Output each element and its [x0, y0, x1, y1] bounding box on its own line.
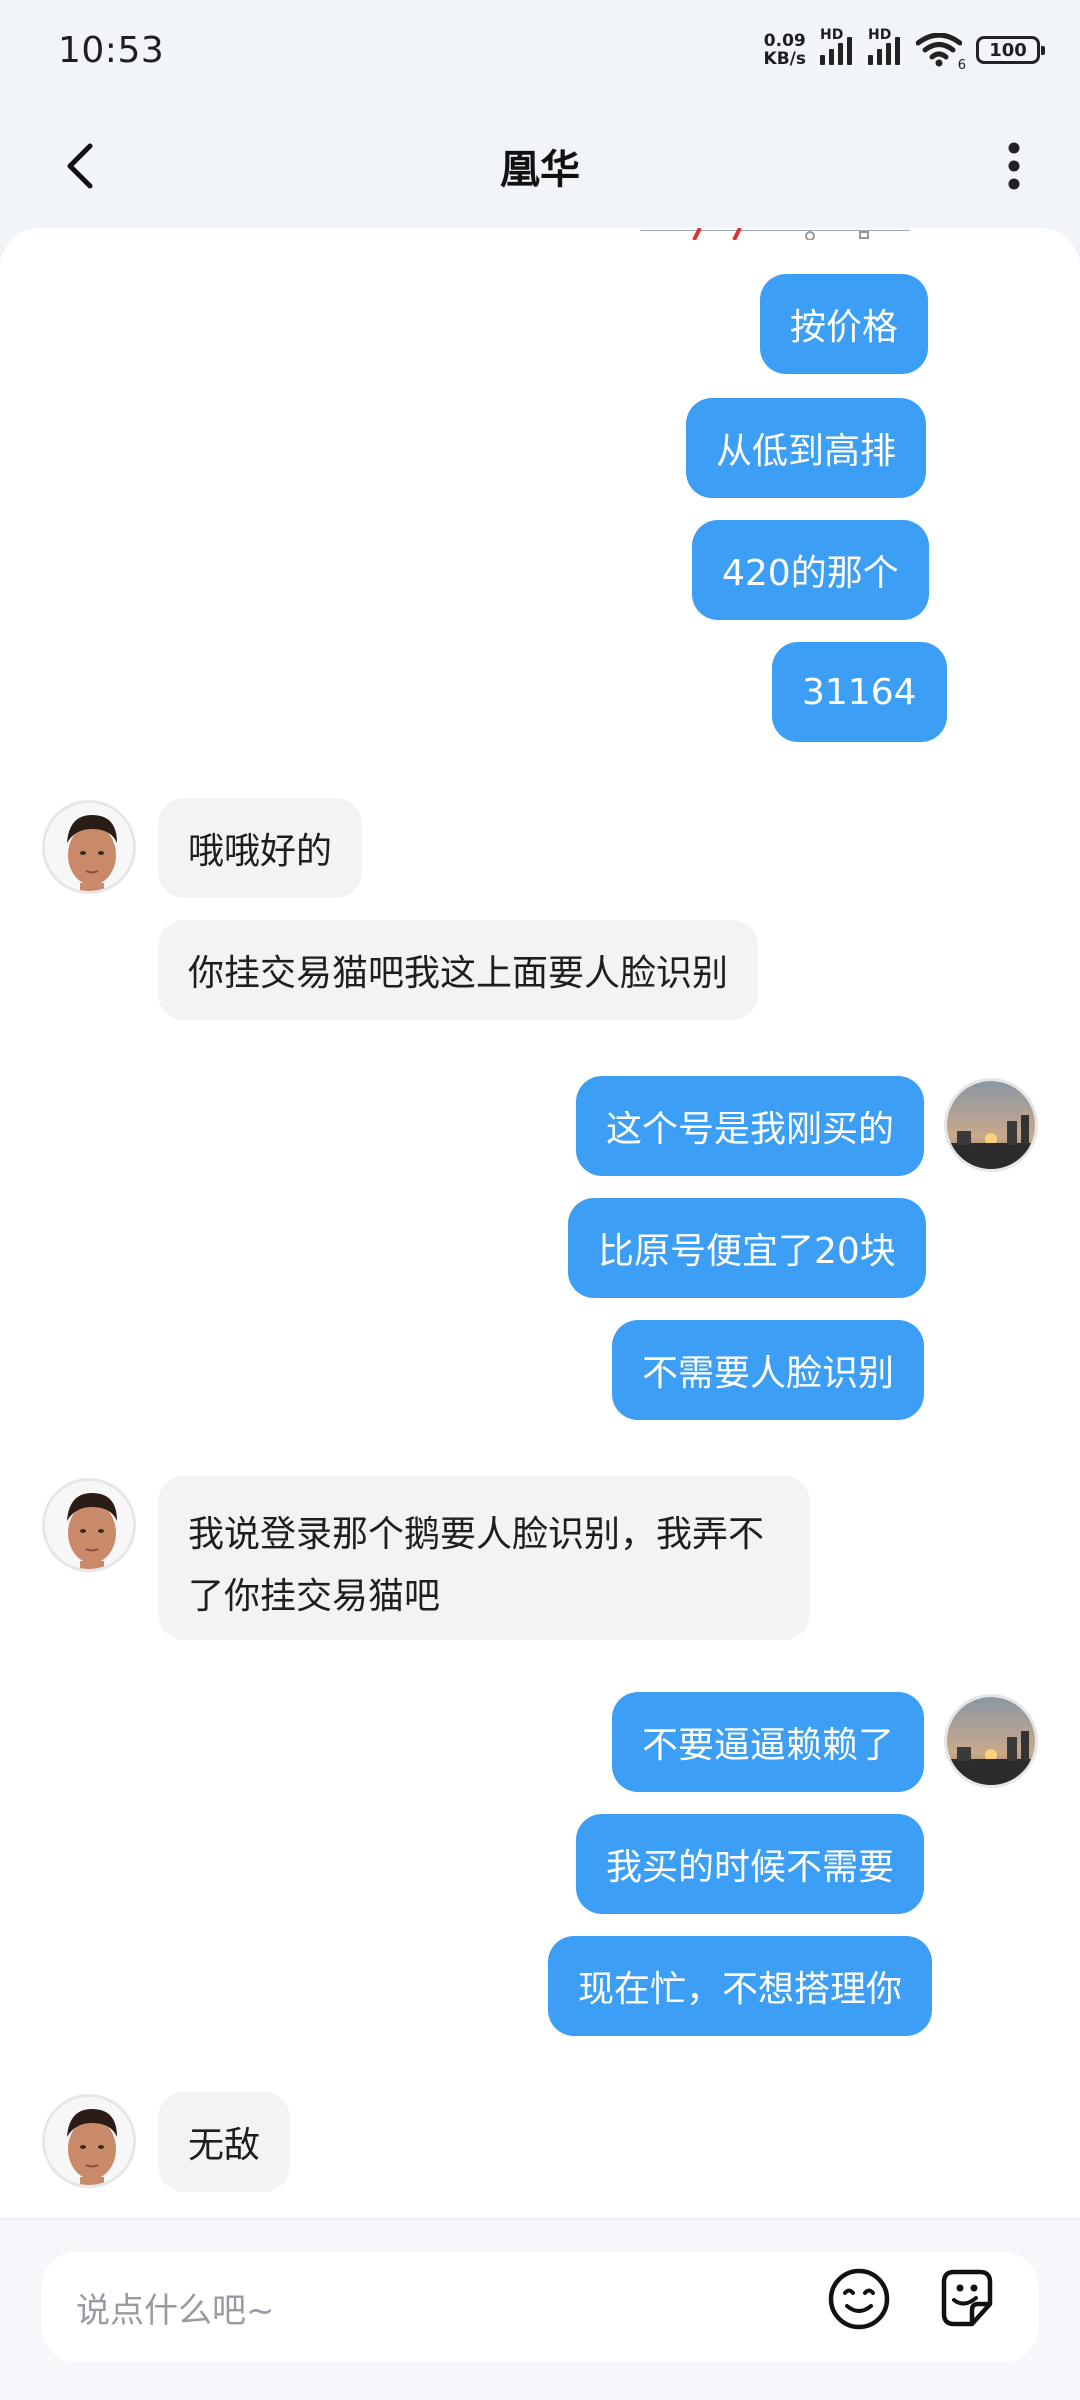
- outgoing-message[interactable]: 这个号是我刚买的: [576, 1076, 925, 1176]
- status-time: 10:53: [58, 29, 165, 71]
- outgoing-message[interactable]: 比原号便宜了20块: [568, 1198, 926, 1298]
- vertical-dots-icon: [1008, 142, 1020, 190]
- page-title: 凰华: [500, 147, 580, 193]
- contact-avatar-image: [45, 803, 133, 891]
- battery-level: 100: [989, 39, 1027, 61]
- user-avatar-image: [947, 1081, 1035, 1169]
- hd-label: HD: [820, 27, 844, 43]
- chat-header: 凰华: [0, 100, 1080, 232]
- signal-bar: [838, 43, 843, 65]
- signal-strength-icon: HD: [820, 27, 854, 65]
- sticker-button[interactable]: [934, 2266, 1000, 2332]
- avatar-contact[interactable]: [42, 2094, 136, 2188]
- sticker-icon: [941, 2269, 993, 2327]
- hd-label: HD: [868, 27, 892, 43]
- outgoing-message[interactable]: 按价格: [760, 274, 929, 374]
- cropped-image-fragment: [640, 228, 910, 240]
- status-bar: 10:53 0.09 KB/s HD HD 6 100: [0, 0, 1080, 100]
- network-speed-unit: KB/s: [763, 49, 806, 69]
- signal-bar: [868, 55, 873, 65]
- network-speed: 0.09 KB/s: [764, 32, 806, 68]
- message-input-bar: 说点什么吧~: [0, 2218, 1080, 2400]
- outgoing-message[interactable]: 我买的时候不需要: [576, 1814, 925, 1914]
- incoming-message[interactable]: 你挂交易猫吧我这上面要人脸识别: [158, 920, 759, 1020]
- signal-bar: [877, 49, 882, 65]
- signal-bar: [895, 37, 900, 65]
- smiley-icon: [828, 2268, 890, 2330]
- outgoing-message[interactable]: 31164: [772, 642, 947, 742]
- user-avatar-image: [947, 1697, 1035, 1785]
- more-options-button[interactable]: [986, 138, 1042, 194]
- contact-avatar-image: [45, 2097, 133, 2185]
- wifi-icon: 6: [915, 32, 966, 73]
- outgoing-message[interactable]: 不要逼逼赖赖了: [612, 1692, 925, 1792]
- incoming-message[interactable]: 我说登录那个鹅要人脸识别，我弄不了你挂交易猫吧: [158, 1476, 810, 1640]
- incoming-message[interactable]: 无敌: [158, 2092, 291, 2192]
- incoming-message[interactable]: 哦哦好的: [158, 798, 363, 898]
- outgoing-message[interactable]: 不需要人脸识别: [612, 1320, 925, 1420]
- outgoing-message[interactable]: 420的那个: [692, 520, 929, 620]
- emoji-button[interactable]: [826, 2266, 892, 2332]
- signal-bar: [847, 37, 852, 65]
- signal-bar: [886, 43, 891, 65]
- wifi-number: 6: [957, 58, 966, 73]
- avatar-contact[interactable]: [42, 800, 136, 894]
- battery-icon: 100: [976, 36, 1045, 64]
- signal-bar: [820, 55, 825, 65]
- chevron-left-icon: [67, 143, 93, 189]
- avatar-self[interactable]: [944, 1694, 1038, 1788]
- status-icons: 0.09 KB/s HD HD 6 100: [764, 27, 1045, 73]
- outgoing-message[interactable]: 从低到高排: [686, 398, 927, 498]
- chat-message-list[interactable]: 按价格 从低到高排 420的那个 31164 哦哦好的 你挂交易猫吧我这上面要人…: [0, 228, 1080, 2218]
- signal-bar: [829, 49, 834, 65]
- outgoing-message[interactable]: 现在忙，不想搭理你: [548, 1936, 933, 2036]
- avatar-self[interactable]: [944, 1078, 1038, 1172]
- back-button[interactable]: [52, 138, 108, 194]
- contact-avatar-image: [45, 1481, 133, 1569]
- network-speed-value: 0.09: [763, 31, 806, 51]
- avatar-contact[interactable]: [42, 1478, 136, 1572]
- signal-strength-icon: HD: [868, 27, 902, 65]
